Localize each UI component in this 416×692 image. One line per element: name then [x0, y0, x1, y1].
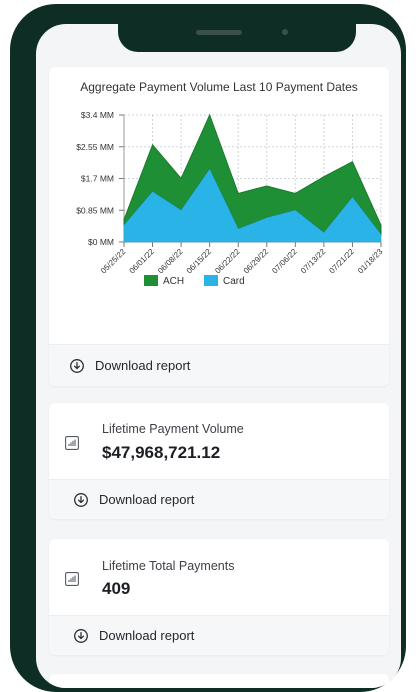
phone-notch	[118, 8, 356, 52]
total-payments-value: 409	[102, 579, 131, 598]
x-tick-label: 07/06/22	[270, 247, 299, 276]
x-tick-label: 06/29/22	[242, 247, 271, 276]
y-tick-label: $1.7 MM	[81, 174, 114, 184]
x-tick-label: 07/13/22	[299, 247, 328, 276]
download-report-label: Download report	[95, 358, 191, 373]
x-tick-label: 06/08/22	[156, 247, 185, 276]
phone-frame: Aggregate Payment Volume Last 10 Payment…	[10, 4, 406, 692]
front-camera	[282, 29, 288, 35]
chart-title: Aggregate Payment Volume Last 10 Payment…	[80, 80, 358, 94]
x-tick-label: 06/22/22	[213, 247, 242, 276]
download-report-label: Download report	[99, 628, 195, 643]
area-chart: $0 MM $0.85 MM $1.7 MM $2.55 MM $3.4 MM 05/25…	[76, 110, 385, 287]
speaker-grille	[196, 30, 242, 35]
x-tick-label: 06/01/22	[128, 247, 157, 276]
next-card	[49, 674, 389, 688]
x-tick-label: 07/21/22	[327, 247, 356, 276]
legend-label: Card	[223, 276, 245, 287]
y-tick-label: $0.85 MM	[76, 205, 114, 215]
chart-card: Aggregate Payment Volume Last 10 Payment…	[49, 67, 389, 386]
download-report-label: Download report	[99, 492, 195, 507]
y-tick-label: $3.4 MM	[81, 110, 114, 120]
volume-download-button[interactable]: Download report	[49, 479, 389, 519]
total-payments-card: Lifetime Total Payments 409 Download rep…	[49, 539, 389, 655]
payment-volume-label: Lifetime Payment Volume	[102, 422, 244, 436]
bar-chart-icon	[65, 436, 79, 450]
payment-volume-value: $47,968,721.12	[102, 443, 221, 462]
cloud-download-icon	[74, 492, 88, 507]
cloud-download-icon	[74, 628, 88, 643]
legend-swatch	[204, 275, 218, 286]
phone-screen: Aggregate Payment Volume Last 10 Payment…	[36, 24, 401, 688]
x-tick-label: 05/25/22	[99, 247, 128, 276]
bar-chart-icon	[65, 572, 79, 586]
x-tick-label: 01/18/23	[356, 247, 385, 276]
payment-volume-card: Lifetime Payment Volume $47,968,721.12 D…	[49, 403, 389, 519]
legend-label: ACH	[163, 276, 184, 287]
y-tick-label: $2.55 MM	[76, 142, 114, 152]
total-payments-label: Lifetime Total Payments	[102, 559, 235, 573]
cloud-download-icon	[70, 358, 84, 373]
x-tick-label: 06/15/22	[185, 247, 214, 276]
legend-swatch	[144, 275, 158, 286]
chart-download-button[interactable]: Download report	[49, 344, 389, 386]
payments-download-button[interactable]: Download report	[49, 615, 389, 655]
y-tick-label: $0 MM	[88, 237, 114, 247]
